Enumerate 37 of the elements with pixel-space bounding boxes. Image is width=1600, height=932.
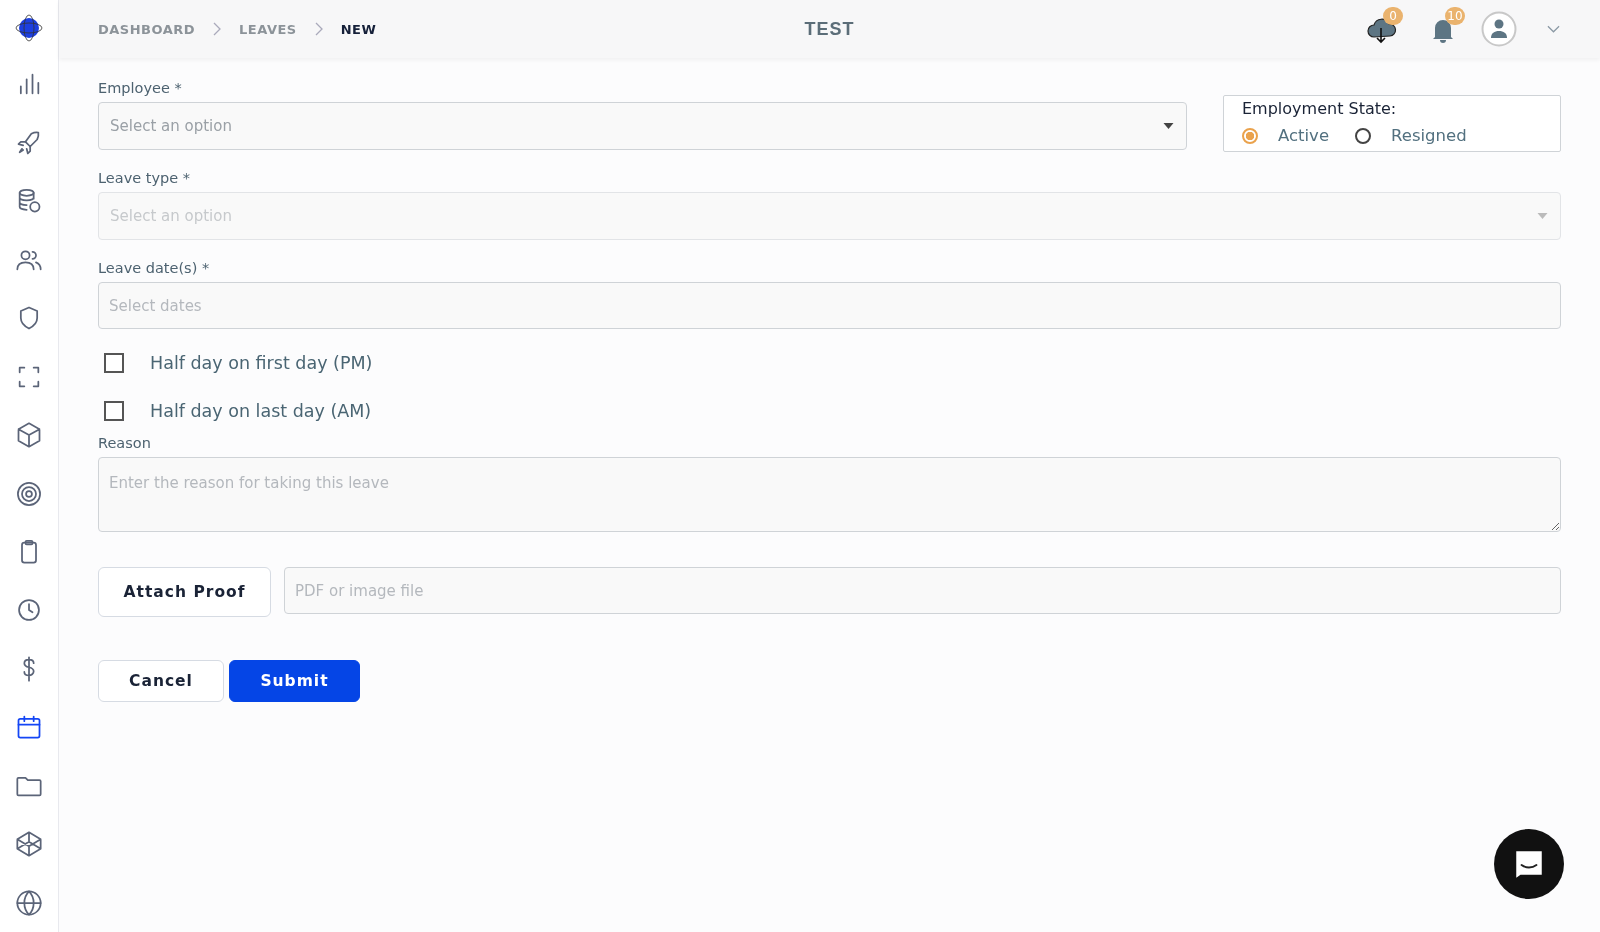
- user-avatar-icon[interactable]: [1481, 11, 1517, 47]
- globe-icon[interactable]: [15, 888, 43, 917]
- cancel-button[interactable]: Cancel: [98, 660, 224, 702]
- radio-icon[interactable]: [1355, 127, 1372, 144]
- breadcrumb-link[interactable]: DASHBOARD: [98, 21, 196, 37]
- radio-icon[interactable]: [1242, 127, 1258, 144]
- field-label: Employee *: [98, 80, 183, 96]
- submit-button[interactable]: Submit: [229, 660, 360, 702]
- checkbox[interactable]: [104, 401, 124, 421]
- caret-icon[interactable]: [1163, 123, 1174, 129]
- radio-option[interactable]: Active: [1242, 126, 1330, 145]
- attach-proof-button[interactable]: Attach Proof: [98, 567, 271, 617]
- field-label: Leave date(s) *: [98, 260, 211, 276]
- radio-label: Active: [1278, 126, 1330, 145]
- page-title: TEST: [804, 18, 855, 40]
- cube-icon[interactable]: [15, 421, 43, 450]
- radio-label: Resigned: [1391, 126, 1467, 145]
- breadcrumb-link[interactable]: LEAVES: [239, 21, 297, 37]
- reason-field[interactable]: Enter the reason for taking this leave: [98, 457, 1561, 532]
- checkbox[interactable]: [104, 353, 124, 373]
- employment-state-label: Employment State:: [1242, 99, 1398, 118]
- notification-count-badge: 10: [1445, 7, 1465, 25]
- chevron-down-icon[interactable]: [1547, 25, 1560, 33]
- download-count-badge: 0: [1383, 7, 1403, 25]
- chevron-right-icon: [314, 22, 323, 36]
- breadcrumb-link[interactable]: NEW: [340, 21, 377, 37]
- radio-option[interactable]: Resigned: [1355, 126, 1467, 145]
- date-field[interactable]: Select dates: [98, 282, 1561, 329]
- target-icon[interactable]: [15, 479, 43, 508]
- chevron-right-icon: [213, 22, 222, 36]
- file-field[interactable]: PDF or image file: [284, 567, 1561, 614]
- logo-icon: [14, 13, 44, 43]
- box-icon[interactable]: [15, 830, 43, 859]
- field-label: Leave type *: [98, 170, 191, 186]
- checkbox-label: Half day on last day (AM): [150, 401, 372, 421]
- field-label: Reason: [98, 435, 152, 451]
- checkbox-label: Half day on first day (PM): [150, 353, 373, 373]
